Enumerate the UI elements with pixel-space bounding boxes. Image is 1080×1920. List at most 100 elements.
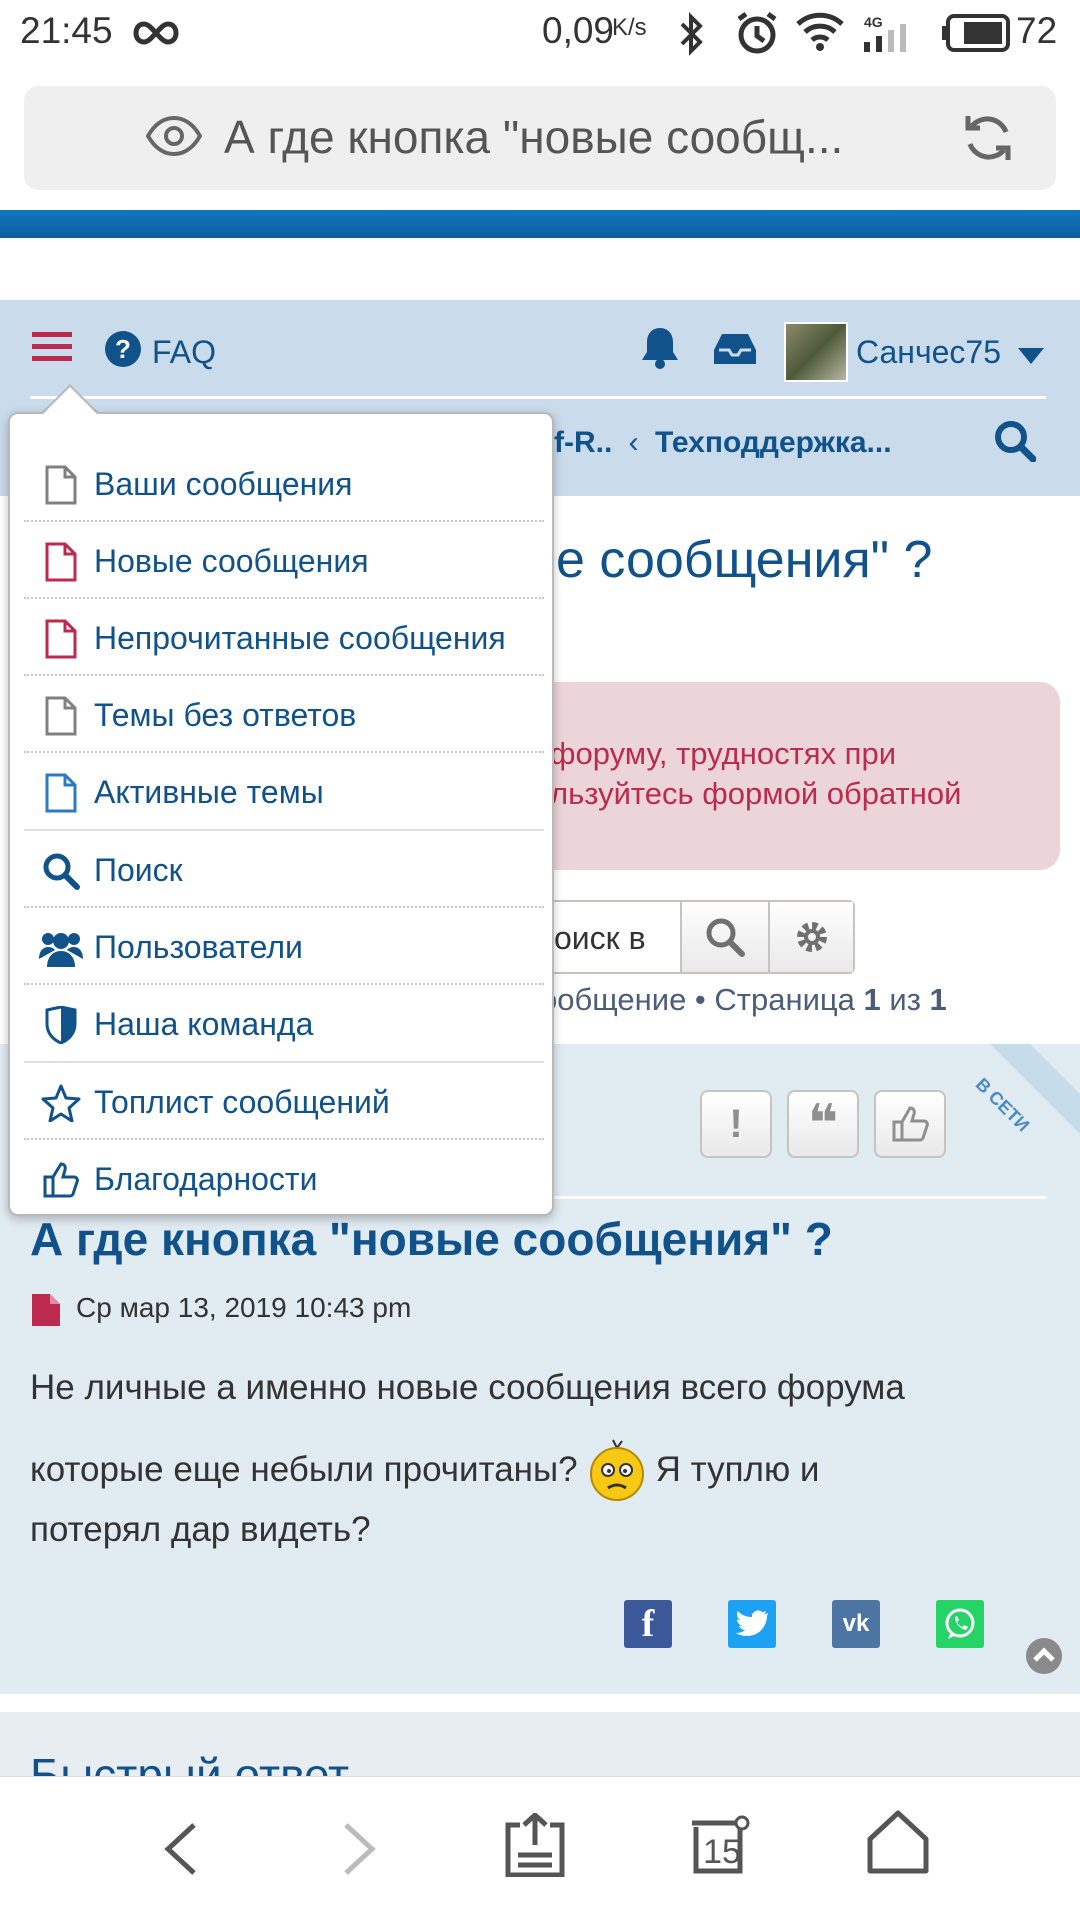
report-button[interactable]: ! — [700, 1090, 772, 1158]
forum-navbar: ? FAQ Санчес75 — [0, 300, 1080, 400]
quick-links-dropdown: Ваши сообщения Новые сообщения Непрочита… — [8, 412, 554, 1216]
file-red-icon — [38, 619, 84, 659]
pagination: ообщение • Страница 1 из 1 — [540, 982, 947, 1018]
advanced-search-button[interactable] — [768, 902, 853, 972]
quick-reply-section: Быстрый ответ — [0, 1712, 1080, 1782]
whatsapp-share-icon[interactable] — [936, 1600, 984, 1648]
search-icon — [706, 918, 745, 957]
breadcrumb-current[interactable]: Техподдержка... — [655, 426, 892, 459]
menu-separator — [24, 751, 544, 753]
bluetooth-icon — [680, 12, 703, 56]
twitter-share-icon[interactable] — [728, 1600, 776, 1648]
page-accent-bar — [0, 210, 1080, 238]
whatsapp-phone-icon — [945, 1608, 975, 1639]
report-icon: ! — [729, 1101, 743, 1146]
pagination-total: 1 — [929, 982, 947, 1017]
menu-item-thanks[interactable]: Благодарности — [24, 1141, 544, 1218]
post-body-line: которые еще небыли прочитаны? — [30, 1450, 578, 1489]
quote-button[interactable]: ❝ — [787, 1090, 859, 1158]
home-icon[interactable] — [866, 1809, 930, 1875]
topic-search-button[interactable] — [680, 902, 768, 972]
menu-item-label: Благодарности — [94, 1161, 318, 1197]
notice-line: льзуйтесь формой обратной — [550, 776, 962, 811]
post-file-icon[interactable] — [32, 1294, 60, 1326]
users-icon — [38, 929, 84, 967]
menu-item-label: Пользователи — [94, 929, 303, 965]
reload-icon[interactable] — [962, 112, 1014, 164]
menu-item-members[interactable]: Пользователи — [24, 909, 544, 986]
menu-separator — [24, 829, 544, 831]
menu-item-label: Непрочитанные сообщения — [94, 620, 506, 656]
search-icon — [38, 852, 84, 890]
url-title: А где кнопка "новые сообщ... — [224, 111, 844, 163]
menu-separator — [24, 1061, 544, 1063]
like-button[interactable] — [874, 1090, 946, 1158]
twitter-bird-icon — [736, 1610, 768, 1636]
tabs-count: 15 — [703, 1833, 741, 1871]
menu-item-unanswered-topics[interactable]: Темы без ответов — [24, 677, 544, 754]
shield-icon — [38, 1005, 84, 1044]
status-time: 21:45 — [20, 10, 113, 51]
menu-item-unread-posts[interactable]: Непрочитанные сообщения — [24, 600, 544, 677]
file-icon — [38, 696, 84, 736]
dropdown-caret-inner — [42, 387, 98, 415]
alarm-icon — [737, 11, 777, 54]
online-ribbon — [990, 1044, 1080, 1134]
search-icon[interactable] — [994, 420, 1036, 462]
menu-item-active-topics[interactable]: Активные темы — [24, 754, 544, 831]
wifi-icon — [796, 12, 844, 51]
post-body-line: потерял дар видеть? — [30, 1510, 371, 1549]
menu-item-toplist[interactable]: Топлист сообщений — [24, 1064, 544, 1141]
hamburger-menu-icon[interactable] — [32, 330, 72, 364]
menu-item-our-team[interactable]: Наша команда — [24, 986, 544, 1063]
network-speed: 0,09 — [542, 10, 615, 51]
menu-item-label: Наша команда — [94, 1006, 314, 1042]
vk-share-icon[interactable]: vk — [832, 1600, 880, 1648]
browser-bottom-bar: 15 — [0, 1776, 1080, 1920]
svg-text:?: ? — [115, 334, 131, 364]
faq-question-icon: ? — [105, 331, 141, 367]
post-body-line: Не личные а именно новые сообщения всего… — [30, 1368, 905, 1407]
inbox-icon[interactable] — [714, 332, 756, 366]
signal-icon — [864, 24, 906, 52]
menu-item-search[interactable]: Поиск — [24, 832, 544, 909]
battery-icon — [942, 14, 1010, 52]
menu-separator — [24, 983, 544, 985]
file-icon — [38, 465, 84, 505]
menu-item-new-posts[interactable]: Новые сообщения — [24, 523, 544, 600]
back-arrow-icon[interactable] — [160, 1821, 200, 1877]
file-red-icon — [38, 542, 84, 582]
notice-line: форуму, трудностях при — [550, 736, 897, 771]
menu-separator — [24, 906, 544, 908]
facebook-share-icon[interactable]: f — [624, 1600, 672, 1648]
post-title[interactable]: А где кнопка "новые сообщения" ? — [30, 1212, 833, 1266]
breadcrumb-item[interactable]: f-R.. — [554, 426, 612, 459]
menu-separator — [24, 674, 544, 676]
menu-item-your-posts[interactable]: Ваши сообщения — [24, 446, 544, 523]
menu-separator — [24, 597, 544, 599]
post-body: Не личные а именно новые сообщения всего… — [30, 1360, 1030, 1558]
pagination-current: 1 — [863, 982, 881, 1017]
url-bar[interactable]: А где кнопка "новые сообщ... — [24, 86, 1056, 190]
breadcrumb: f-R.. ‹ Техподдержка... — [554, 426, 892, 460]
share-icon[interactable] — [504, 1813, 566, 1877]
menu-item-label: Темы без ответов — [94, 697, 357, 733]
topic-title: е сообщения" ? — [556, 531, 933, 589]
avatar[interactable] — [784, 322, 848, 382]
topic-search-input[interactable]: оиск в — [554, 920, 646, 957]
thumbs-up-icon — [38, 1161, 84, 1199]
pagination-of: из — [880, 982, 930, 1017]
username[interactable]: Санчес75 — [856, 334, 1001, 371]
eye-icon — [146, 116, 202, 156]
chevron-down-icon[interactable] — [1018, 348, 1044, 364]
post-date: Ср мар 13, 2019 10:43 pm — [76, 1292, 412, 1323]
star-icon — [38, 1084, 84, 1122]
faq-link[interactable]: FAQ — [152, 334, 216, 371]
file-blue-icon — [38, 773, 84, 813]
notifications-bell-icon[interactable] — [640, 326, 680, 370]
scroll-top-icon[interactable] — [1024, 1636, 1064, 1676]
menu-separator — [24, 1138, 544, 1140]
navbar-divider — [30, 396, 1046, 399]
menu-item-label: Поиск — [94, 852, 183, 888]
forward-arrow-icon[interactable] — [340, 1821, 380, 1877]
